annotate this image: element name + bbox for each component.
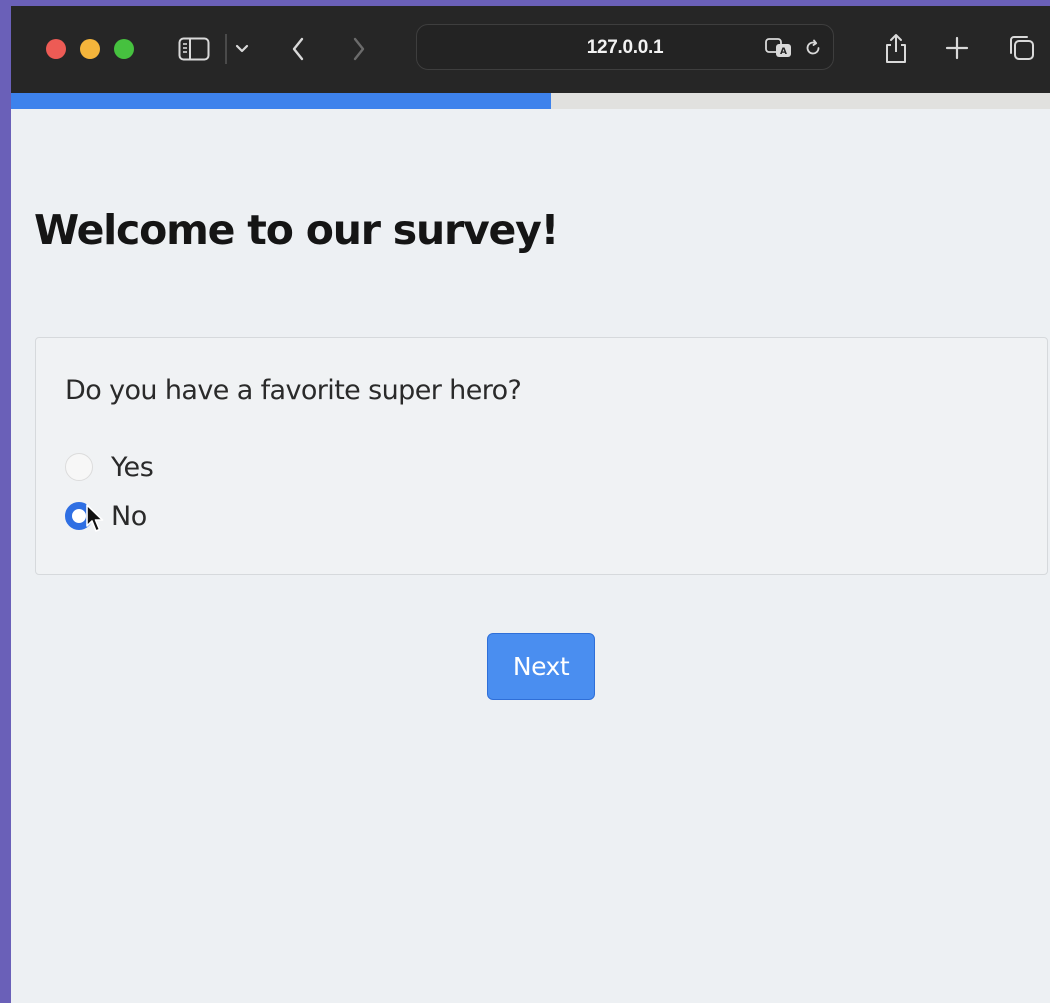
sidebar-icon[interactable] (177, 36, 211, 62)
chevron-down-icon[interactable] (233, 40, 251, 58)
option-label-yes: Yes (111, 451, 154, 483)
close-window-button[interactable] (46, 39, 66, 59)
browser-toolbar: 127.0.0.1 A (11, 6, 1050, 93)
zoom-window-button[interactable] (114, 39, 134, 59)
translate-icon[interactable]: A (763, 36, 795, 60)
minimize-window-button[interactable] (80, 39, 100, 59)
next-button[interactable]: Next (487, 633, 595, 700)
question-text: Do you have a favorite super hero? (65, 375, 522, 406)
divider (225, 34, 227, 64)
forward-icon[interactable] (347, 34, 371, 64)
mouse-pointer-icon (86, 504, 104, 532)
progress-fill (11, 93, 552, 109)
new-tab-icon[interactable] (943, 34, 971, 62)
survey-progress-bar (11, 93, 1050, 109)
reload-icon[interactable] (801, 36, 825, 60)
page-title: Welcome to our survey! (34, 206, 559, 254)
share-icon[interactable] (881, 30, 911, 66)
option-label-no: No (111, 500, 147, 532)
svg-text:A: A (780, 47, 787, 57)
address-bar[interactable]: 127.0.0.1 A (416, 24, 834, 70)
browser-window: 127.0.0.1 A Welcome to our survey! Do yo… (11, 6, 1050, 1003)
question-card: Do you have a favorite super hero? Yes N… (35, 337, 1048, 575)
tabs-overview-icon[interactable] (1006, 32, 1038, 64)
yes-radio[interactable] (65, 453, 93, 481)
back-icon[interactable] (286, 34, 310, 64)
option-yes[interactable]: Yes (65, 450, 154, 484)
